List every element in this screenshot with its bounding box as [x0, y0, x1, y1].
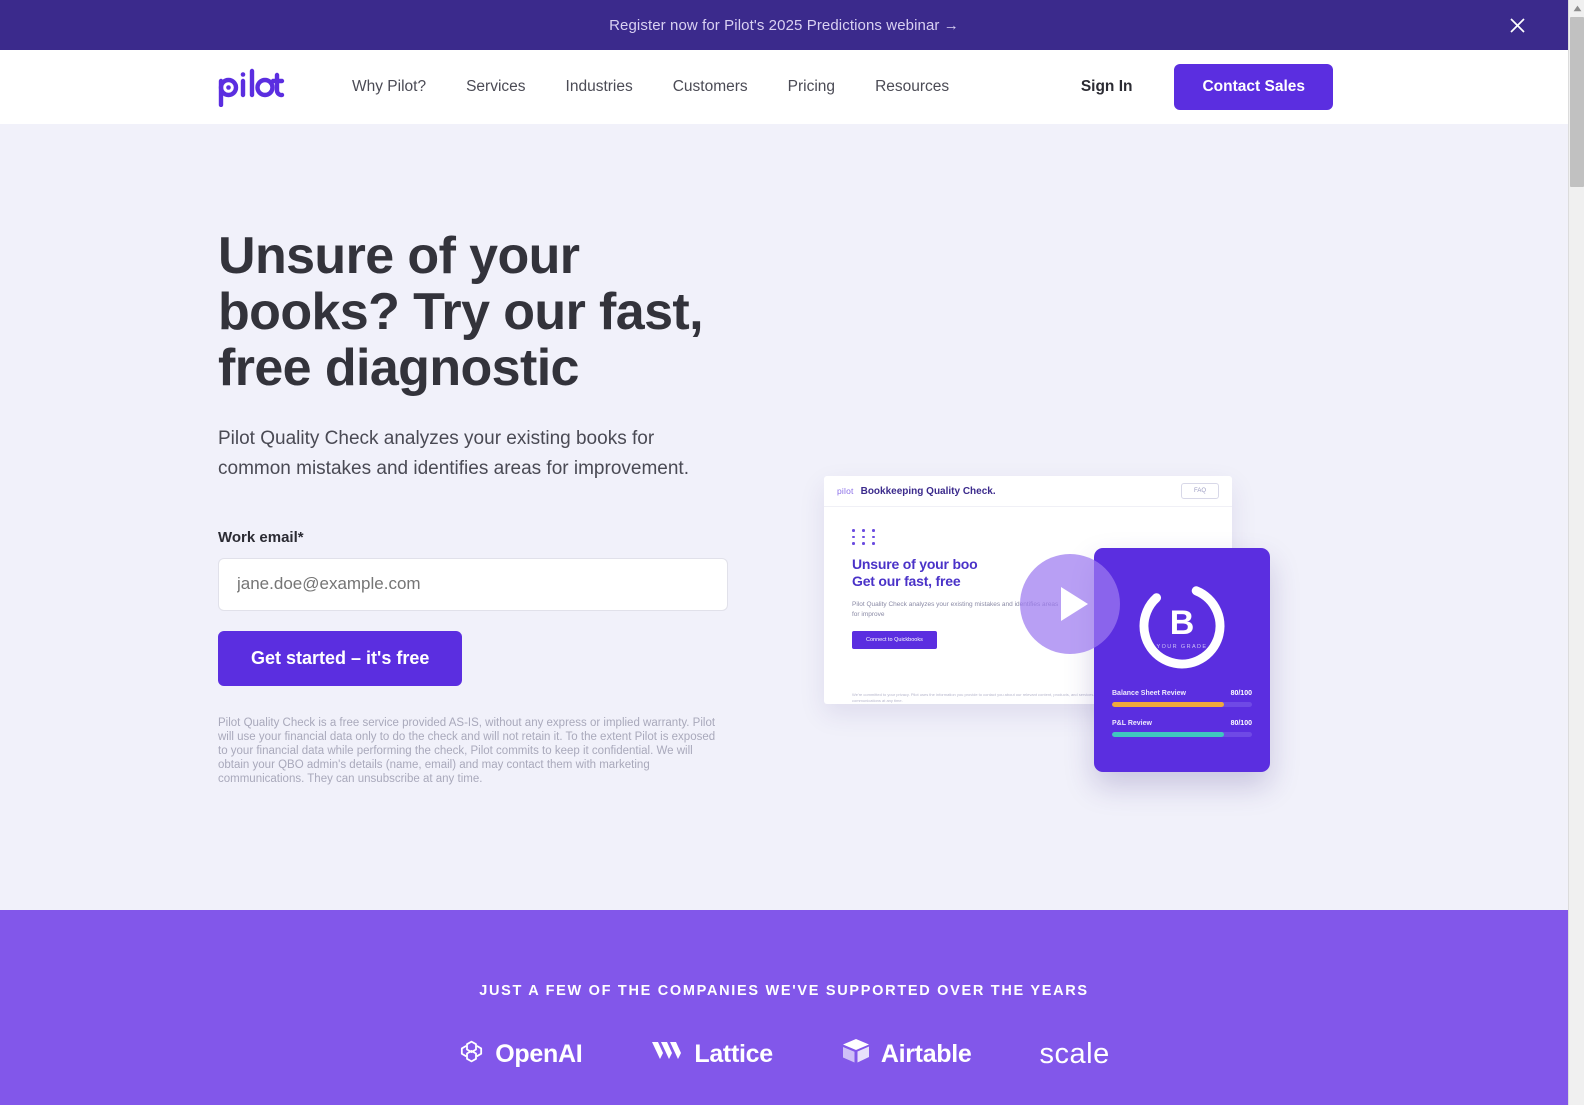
sign-in-link[interactable]: Sign In: [1081, 78, 1133, 96]
customer-logos-section: JUST A FEW OF THE COMPANIES WE'VE SUPPOR…: [0, 910, 1568, 1105]
metric-label: Balance Sheet Review: [1112, 690, 1186, 697]
window-scrollbar[interactable]: [1568, 0, 1584, 1105]
metric-score: 80/100: [1230, 720, 1252, 727]
lattice-icon: [650, 1038, 684, 1071]
product-screenshot-header: pilot Bookkeeping Quality Check. FAQ: [824, 476, 1232, 507]
metric-balance-sheet-review: Balance Sheet Review 80/100: [1112, 690, 1252, 707]
product-faq-button: FAQ: [1180, 483, 1219, 499]
hero-subtitle: Pilot Quality Check analyzes your existi…: [218, 428, 689, 480]
nav-link-customers[interactable]: Customers: [673, 78, 748, 96]
logo-label: Airtable: [880, 1040, 972, 1068]
announcement-banner-link[interactable]: Register now for Pilot's 2025 Prediction…: [609, 17, 959, 34]
metric-bar-track: [1112, 702, 1252, 707]
hero-content: Unsure of your books? Try our fast, free…: [218, 228, 738, 786]
get-started-button[interactable]: Get started – it's free: [218, 630, 463, 686]
metric-bar-fill: [1112, 732, 1224, 737]
nav-link-pricing[interactable]: Pricing: [788, 78, 835, 96]
logo-lattice: Lattice: [650, 1038, 773, 1071]
nav-actions: Sign In Contact Sales: [1081, 64, 1568, 110]
logo-openai: OpenAI: [458, 1038, 583, 1072]
logo-label: Lattice: [694, 1040, 773, 1068]
metric-pl-review: P&L Review 80/100: [1112, 720, 1252, 737]
work-email-label: Work email*: [218, 528, 304, 546]
scrollbar-thumb[interactable]: [1570, 17, 1584, 187]
product-screenshot-title: Bookkeeping Quality Check.: [860, 485, 996, 497]
close-icon[interactable]: [1504, 12, 1530, 38]
dot-grid-decoration: [852, 529, 1204, 545]
nav-link-industries[interactable]: Industries: [566, 78, 633, 96]
logo-label: OpenAI: [495, 1040, 583, 1068]
work-email-input[interactable]: [218, 557, 728, 611]
hero-media: pilot Bookkeeping Quality Check. FAQ Uns…: [824, 476, 1270, 772]
announcement-banner: Register now for Pilot's 2025 Prediction…: [0, 0, 1568, 50]
legal-disclaimer: Pilot Quality Check is a free service pr…: [218, 716, 716, 785]
metric-bar-track: [1112, 732, 1252, 737]
logo-airtable: Airtable: [841, 1037, 972, 1072]
openai-icon: [458, 1038, 485, 1072]
metric-score: 80/100: [1230, 690, 1252, 697]
nav-link-resources[interactable]: Resources: [875, 78, 949, 96]
page-title: Unsure of your books? Try our fast, free…: [218, 227, 704, 398]
scroll-up-arrow-icon[interactable]: [1569, 0, 1584, 17]
metric-bar-fill: [1112, 702, 1224, 707]
nav-link-why-pilot[interactable]: Why Pilot?: [352, 78, 426, 96]
metric-label: P&L Review: [1112, 720, 1152, 727]
pilot-logo[interactable]: [218, 67, 286, 107]
nav-link-services[interactable]: Services: [466, 78, 525, 96]
scale-wordmark: scale: [1039, 1038, 1110, 1070]
play-icon: [1060, 587, 1088, 621]
airtable-icon: [841, 1037, 871, 1072]
connect-to-quickbooks-button: Connect to Quickbooks: [852, 630, 937, 649]
grade-caption: YOUR GRADE: [1156, 644, 1208, 650]
contact-sales-button[interactable]: Contact Sales: [1174, 64, 1333, 110]
hero-section: Unsure of your books? Try our fast, free…: [0, 124, 1568, 910]
grade-card: B YOUR GRADE Balance Sheet Review 80/100: [1094, 548, 1270, 772]
play-video-button[interactable]: [1020, 554, 1120, 654]
customer-logos-row: OpenAI Lattice Airtable scale: [0, 1037, 1568, 1072]
product-pilot-logo: pilot: [837, 486, 854, 496]
nav-links: Why Pilot? Services Industries Customers…: [352, 78, 949, 96]
main-navigation: Why Pilot? Services Industries Customers…: [0, 50, 1568, 124]
grade-letter: B: [1169, 604, 1195, 642]
customer-logos-title: JUST A FEW OF THE COMPANIES WE'VE SUPPOR…: [479, 983, 1089, 999]
grade-ring: B YOUR GRADE: [1134, 578, 1230, 674]
logo-scale: scale: [1040, 1038, 1110, 1071]
